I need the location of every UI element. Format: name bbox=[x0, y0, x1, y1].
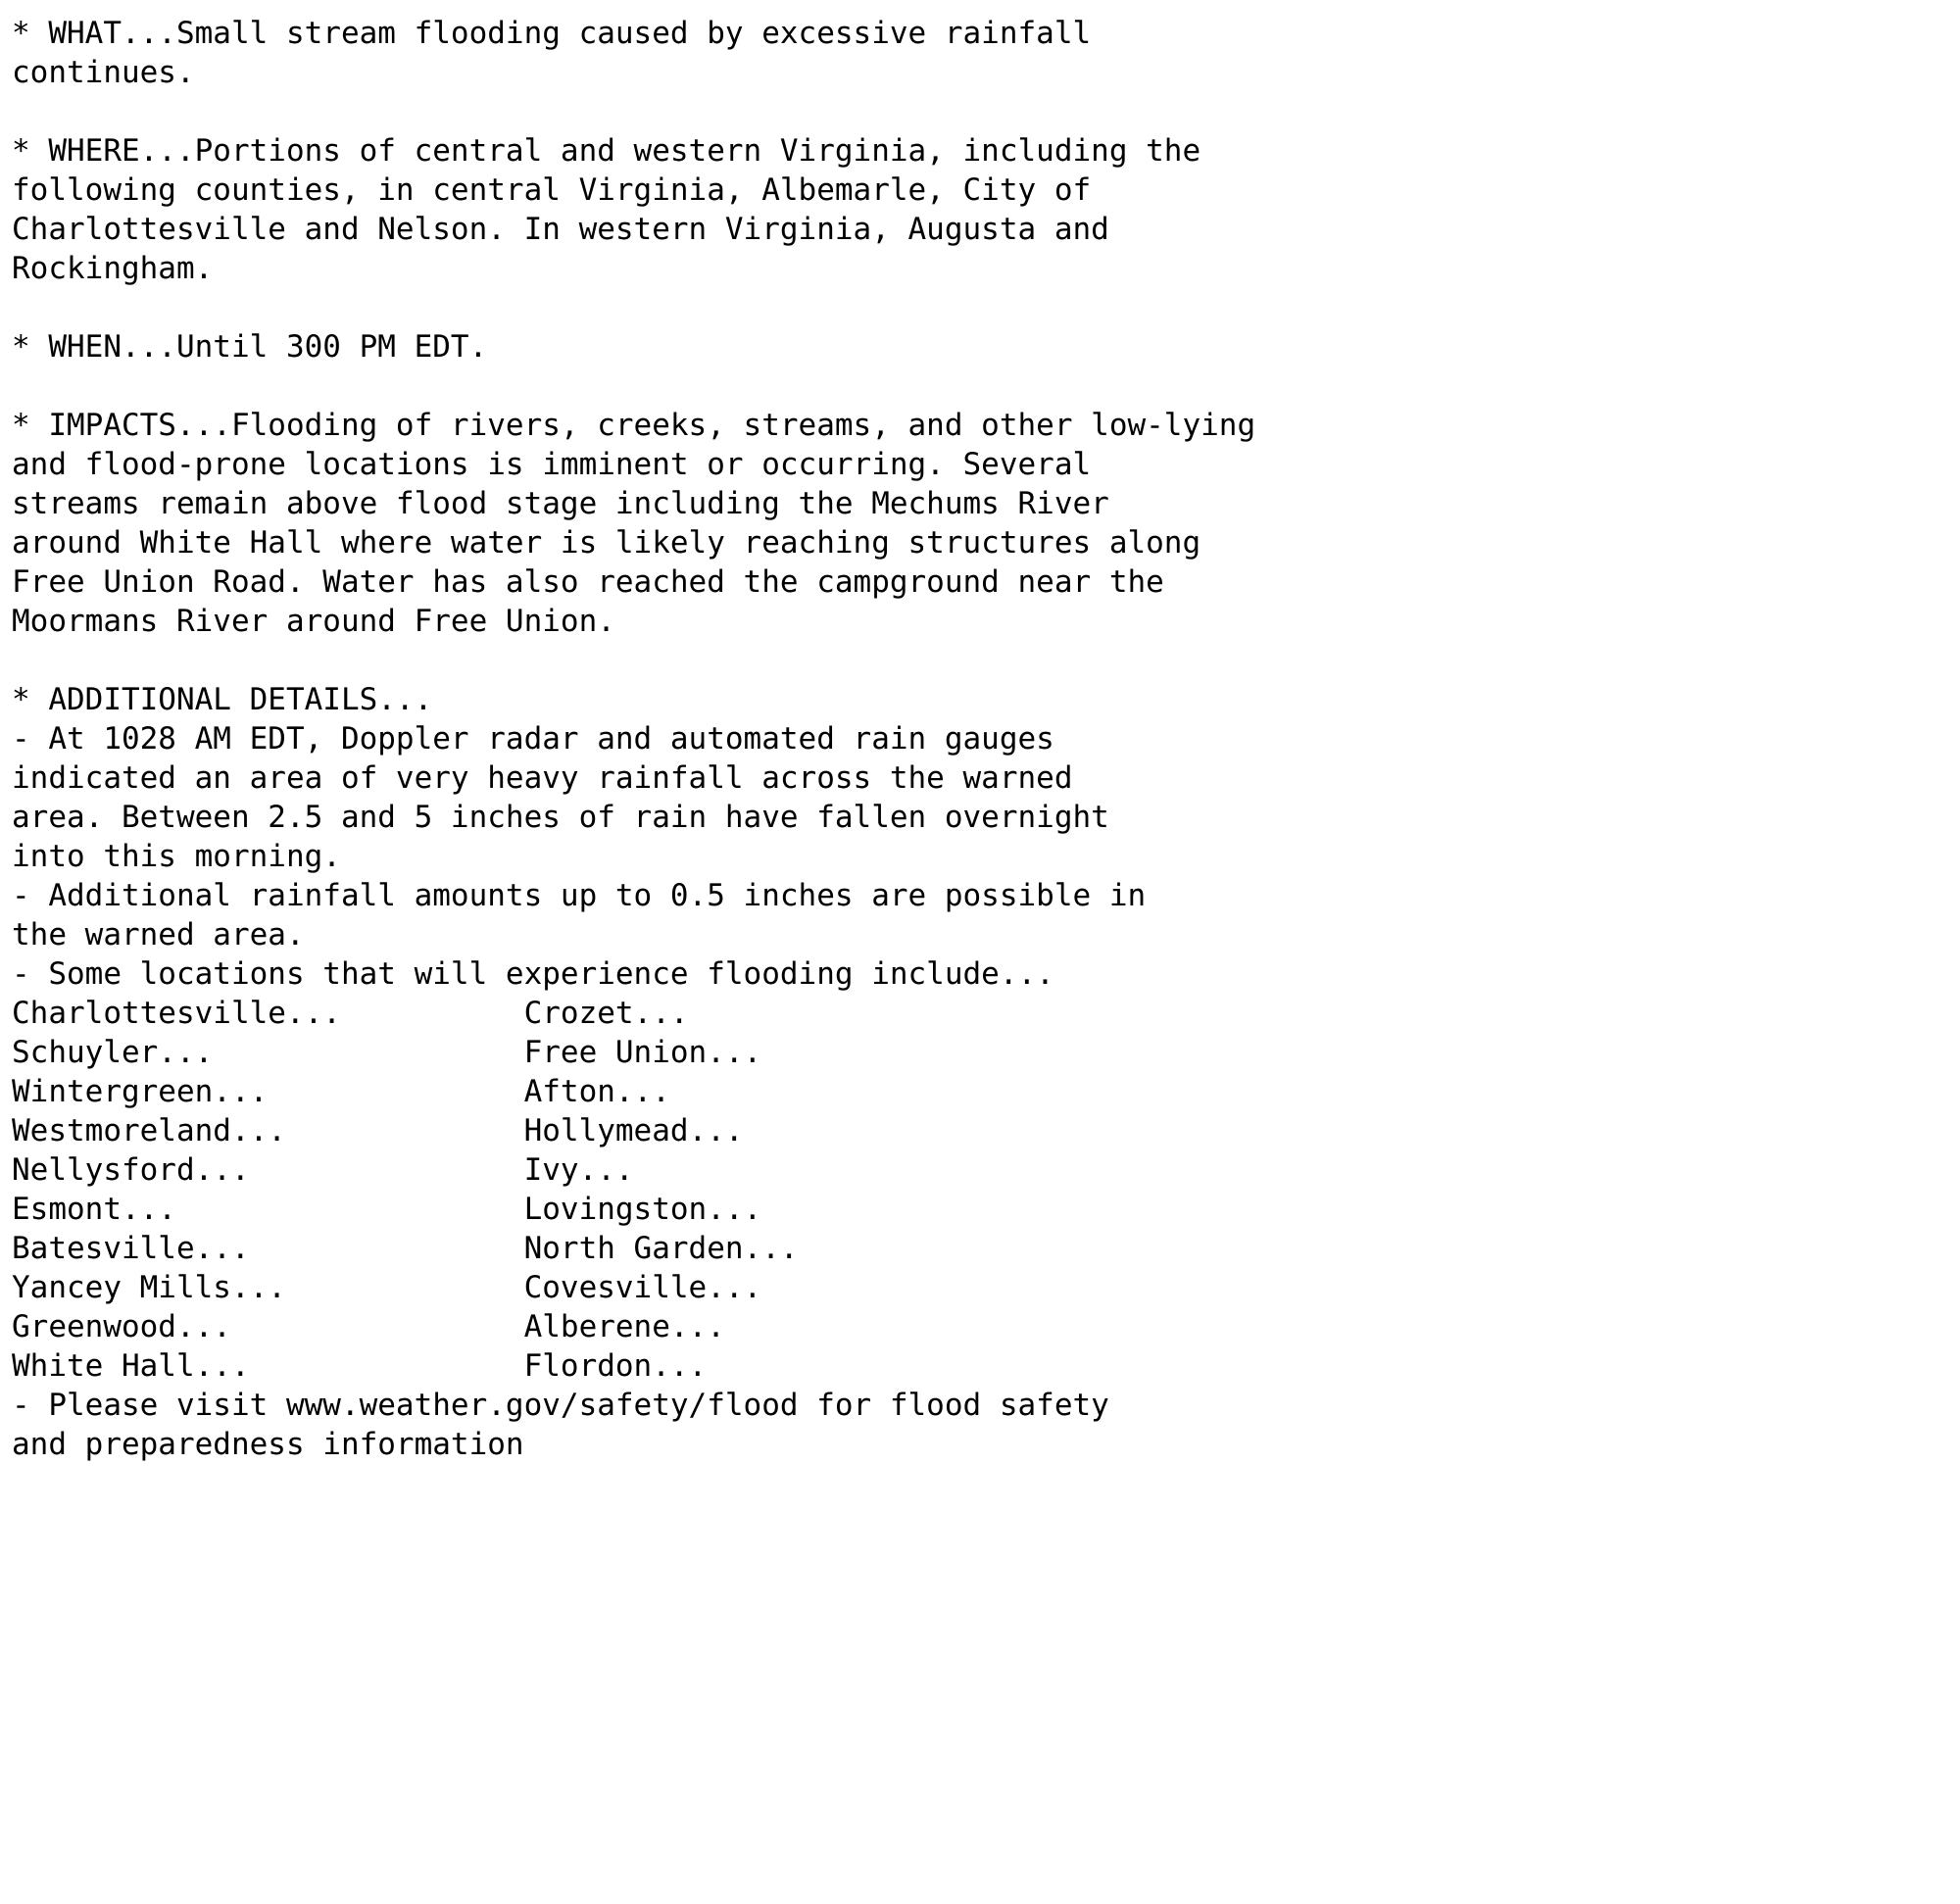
bulletin-line: into this morning. bbox=[12, 839, 341, 874]
bulletin-line: White Hall... Flordon... bbox=[12, 1348, 708, 1384]
bulletin-line: Westmoreland... Hollymead... bbox=[12, 1113, 744, 1148]
bulletin-line: continues. bbox=[12, 55, 195, 90]
bulletin-line: Charlottesville... Crozet... bbox=[12, 996, 689, 1031]
bulletin-line: around White Hall where water is likely … bbox=[12, 525, 1201, 561]
bulletin-line: Moormans River around Free Union. bbox=[12, 604, 615, 639]
bulletin-line: * ADDITIONAL DETAILS... bbox=[12, 682, 433, 717]
bulletin-line: indicated an area of very heavy rainfall… bbox=[12, 760, 1073, 796]
bulletin-line: Esmont... Lovingston... bbox=[12, 1192, 762, 1227]
bulletin-line: Yancey Mills... Covesville... bbox=[12, 1270, 762, 1305]
bulletin-line: * WHAT...Small stream flooding caused by… bbox=[12, 16, 1092, 51]
flood-warning-bulletin-text: * WHAT...Small stream flooding caused by… bbox=[12, 14, 1952, 1464]
bulletin-line: Rockingham. bbox=[12, 251, 214, 286]
bulletin-line: area. Between 2.5 and 5 inches of rain h… bbox=[12, 800, 1109, 835]
bulletin-line: and flood-prone locations is imminent or… bbox=[12, 447, 1092, 482]
bulletin-line: Batesville... North Garden... bbox=[12, 1231, 799, 1266]
bulletin-line: and preparedness information bbox=[12, 1427, 524, 1462]
bulletin-line: - Additional rainfall amounts up to 0.5 … bbox=[12, 878, 1147, 913]
bulletin-line: Wintergreen... Afton... bbox=[12, 1074, 670, 1109]
bulletin-line: following counties, in central Virginia,… bbox=[12, 172, 1092, 208]
bulletin-line: - At 1028 AM EDT, Doppler radar and auto… bbox=[12, 721, 1054, 757]
bulletin-line: Schuyler... Free Union... bbox=[12, 1035, 762, 1070]
bulletin-line: the warned area. bbox=[12, 917, 305, 952]
bulletin-line: Greenwood... Alberene... bbox=[12, 1309, 725, 1344]
bulletin-line: * WHERE...Portions of central and wester… bbox=[12, 133, 1201, 169]
bulletin-line: - Some locations that will experience fl… bbox=[12, 956, 1054, 992]
bulletin-line: Charlottesville and Nelson. In western V… bbox=[12, 212, 1109, 247]
bulletin-line: Nellysford... Ivy... bbox=[12, 1152, 634, 1188]
bulletin-line: Free Union Road. Water has also reached … bbox=[12, 564, 1164, 600]
bulletin-line: * WHEN...Until 300 PM EDT. bbox=[12, 329, 488, 365]
bulletin-line: - Please visit www.weather.gov/safety/fl… bbox=[12, 1388, 1109, 1423]
bulletin-line: * IMPACTS...Flooding of rivers, creeks, … bbox=[12, 408, 1256, 443]
bulletin-line: streams remain above flood stage includi… bbox=[12, 486, 1109, 521]
